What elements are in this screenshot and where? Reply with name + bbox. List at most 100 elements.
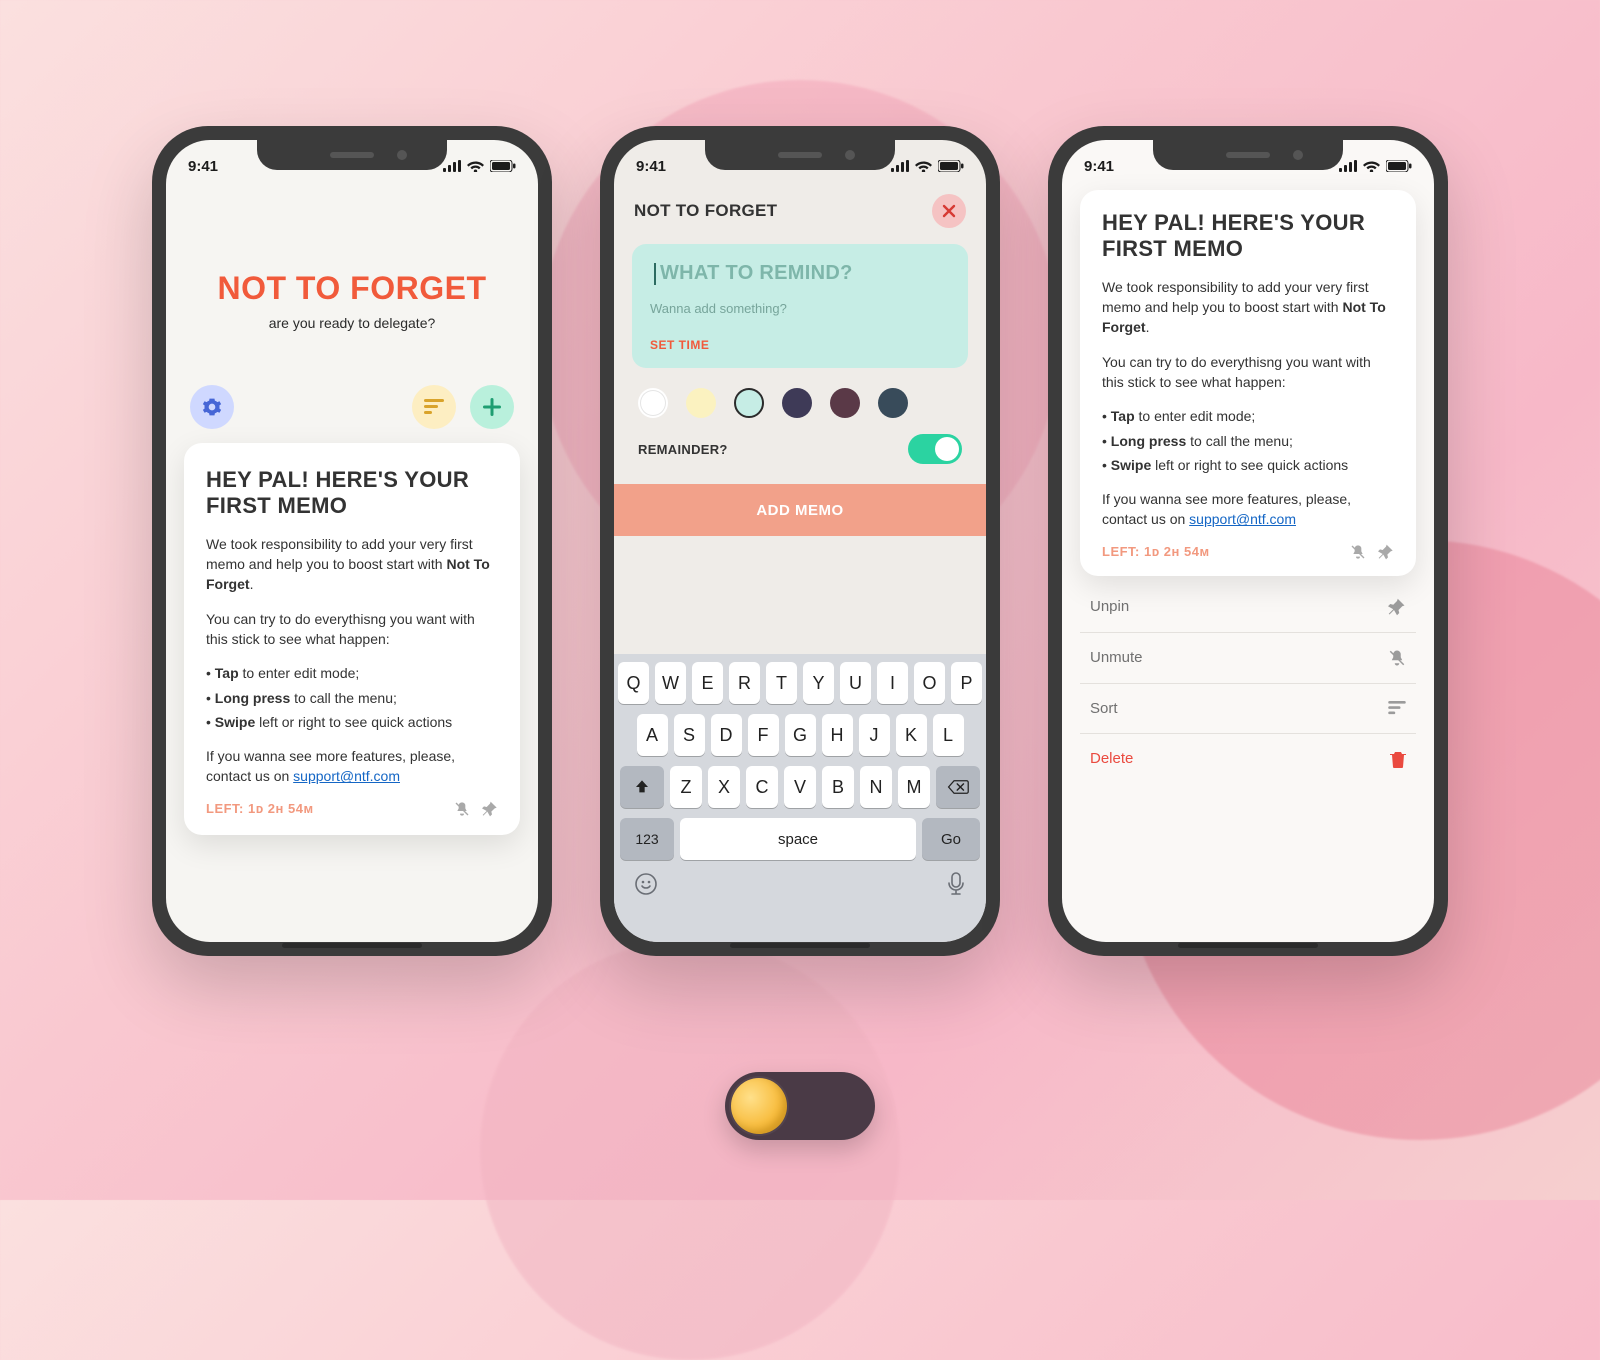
pin-icon <box>1388 598 1406 616</box>
key-q[interactable]: Q <box>618 662 649 704</box>
mute-icon <box>1388 649 1406 667</box>
emoji-icon[interactable] <box>634 872 658 896</box>
color-swatch[interactable] <box>878 388 908 418</box>
mic-icon[interactable] <box>946 872 966 896</box>
phone-notch <box>1153 140 1343 170</box>
memo-card[interactable]: HEY PAL! HERE'S YOUR FIRST MEMO We took … <box>184 443 520 835</box>
key-w[interactable]: W <box>655 662 686 704</box>
pin-icon <box>482 801 498 817</box>
home-indicator <box>730 943 870 948</box>
key-a[interactable]: A <box>637 714 668 756</box>
phone-compose: 9:41 NOT TO FORGET WHAT TO REMIND? Wanna… <box>600 126 1000 956</box>
key-r[interactable]: R <box>729 662 760 704</box>
go-key[interactable]: Go <box>922 818 980 860</box>
numbers-key[interactable]: 123 <box>620 818 674 860</box>
phone-home: 9:41 NOT TO FORGET are you ready to dele… <box>152 126 552 956</box>
battery-icon <box>938 160 964 172</box>
key-v[interactable]: V <box>784 766 816 808</box>
compose-title-input[interactable]: WHAT TO REMIND? <box>650 262 950 285</box>
color-swatch[interactable] <box>830 388 860 418</box>
compose-card[interactable]: WHAT TO REMIND? Wanna add something? SET… <box>632 244 968 368</box>
close-icon <box>942 204 956 218</box>
key-j[interactable]: J <box>859 714 890 756</box>
memo-card[interactable]: HEY PAL! HERE'S YOUR FIRST MEMO We took … <box>1080 190 1416 576</box>
phone-notch <box>705 140 895 170</box>
support-link[interactable]: support@ntf.com <box>1189 511 1296 527</box>
menu-item-sort[interactable]: Sort <box>1080 684 1416 734</box>
memo-title: HEY PAL! HERE'S YOUR FIRST MEMO <box>206 467 498 520</box>
menu-item-delete[interactable]: Delete <box>1080 734 1416 784</box>
key-p[interactable]: P <box>951 662 982 704</box>
phone-notch <box>257 140 447 170</box>
sun-icon <box>731 1078 787 1134</box>
set-time-button[interactable]: SET TIME <box>650 338 950 352</box>
app-subtitle: are you ready to delegate? <box>166 315 538 331</box>
status-time: 9:41 <box>1084 158 1114 175</box>
wifi-icon <box>467 160 484 172</box>
key-t[interactable]: T <box>766 662 797 704</box>
sort-button[interactable] <box>412 385 456 429</box>
bg-blob <box>480 940 900 1360</box>
shift-icon <box>634 779 650 795</box>
signal-icon <box>891 160 909 172</box>
gear-icon <box>202 397 222 417</box>
color-swatch-selected[interactable] <box>734 388 764 418</box>
phone-context-menu: 9:41 HEY PAL! HERE'S YOUR FIRST MEMO We … <box>1048 126 1448 956</box>
key-i[interactable]: I <box>877 662 908 704</box>
battery-icon <box>490 160 516 172</box>
backspace-icon <box>947 779 969 795</box>
add-memo-button[interactable]: ADD MEMO <box>614 484 986 536</box>
theme-toggle[interactable] <box>725 1072 875 1140</box>
sort-icon <box>424 399 444 415</box>
menu-item-unmute[interactable]: Unmute <box>1080 633 1416 684</box>
key-e[interactable]: E <box>692 662 723 704</box>
key-c[interactable]: C <box>746 766 778 808</box>
key-y[interactable]: Y <box>803 662 834 704</box>
key-l[interactable]: L <box>933 714 964 756</box>
key-b[interactable]: B <box>822 766 854 808</box>
key-d[interactable]: D <box>711 714 742 756</box>
menu-item-unpin[interactable]: Unpin <box>1080 582 1416 633</box>
space-key[interactable]: space <box>680 818 916 860</box>
signal-icon <box>443 160 461 172</box>
add-button[interactable] <box>470 385 514 429</box>
status-time: 9:41 <box>188 158 218 175</box>
memo-title: HEY PAL! HERE'S YOUR FIRST MEMO <box>1102 210 1394 263</box>
backspace-key[interactable] <box>936 766 980 808</box>
shift-key[interactable] <box>620 766 664 808</box>
plus-icon <box>483 398 501 416</box>
color-swatches <box>614 368 986 428</box>
memo-bullet: • Swipe left or right to see quick actio… <box>206 712 498 732</box>
close-button[interactable] <box>932 194 966 228</box>
key-x[interactable]: X <box>708 766 740 808</box>
key-o[interactable]: O <box>914 662 945 704</box>
key-k[interactable]: K <box>896 714 927 756</box>
context-menu: Unpin Unmute Sort Delete <box>1080 582 1416 784</box>
key-u[interactable]: U <box>840 662 871 704</box>
memo-body: We took responsibility to add your very … <box>206 534 498 787</box>
color-swatch[interactable] <box>782 388 812 418</box>
key-s[interactable]: S <box>674 714 705 756</box>
key-z[interactable]: Z <box>670 766 702 808</box>
settings-button[interactable] <box>190 385 234 429</box>
compose-body-input[interactable]: Wanna add something? <box>650 301 950 316</box>
memo-body: We took responsibility to add your very … <box>1102 277 1394 530</box>
key-m[interactable]: M <box>898 766 930 808</box>
pin-icon <box>1378 544 1394 560</box>
support-link[interactable]: support@ntf.com <box>293 768 400 784</box>
memo-bullet: • Tap to enter edit mode; <box>206 663 498 683</box>
battery-icon <box>1386 160 1412 172</box>
color-swatch[interactable] <box>638 388 668 418</box>
key-n[interactable]: N <box>860 766 892 808</box>
home-indicator <box>282 943 422 948</box>
key-g[interactable]: G <box>785 714 816 756</box>
keyboard: QWERTYUIOP ASDFGHJKL ZXCVBNM 123 space G… <box>614 654 986 942</box>
mute-icon <box>454 801 470 817</box>
key-h[interactable]: H <box>822 714 853 756</box>
color-swatch[interactable] <box>686 388 716 418</box>
remainder-toggle[interactable] <box>908 434 962 464</box>
compose-header: NOT TO FORGET <box>634 201 777 221</box>
trash-icon <box>1390 750 1406 768</box>
key-f[interactable]: F <box>748 714 779 756</box>
time-left-label: LEFT: 1ᴅ 2ʜ 54ᴍ <box>206 801 314 816</box>
